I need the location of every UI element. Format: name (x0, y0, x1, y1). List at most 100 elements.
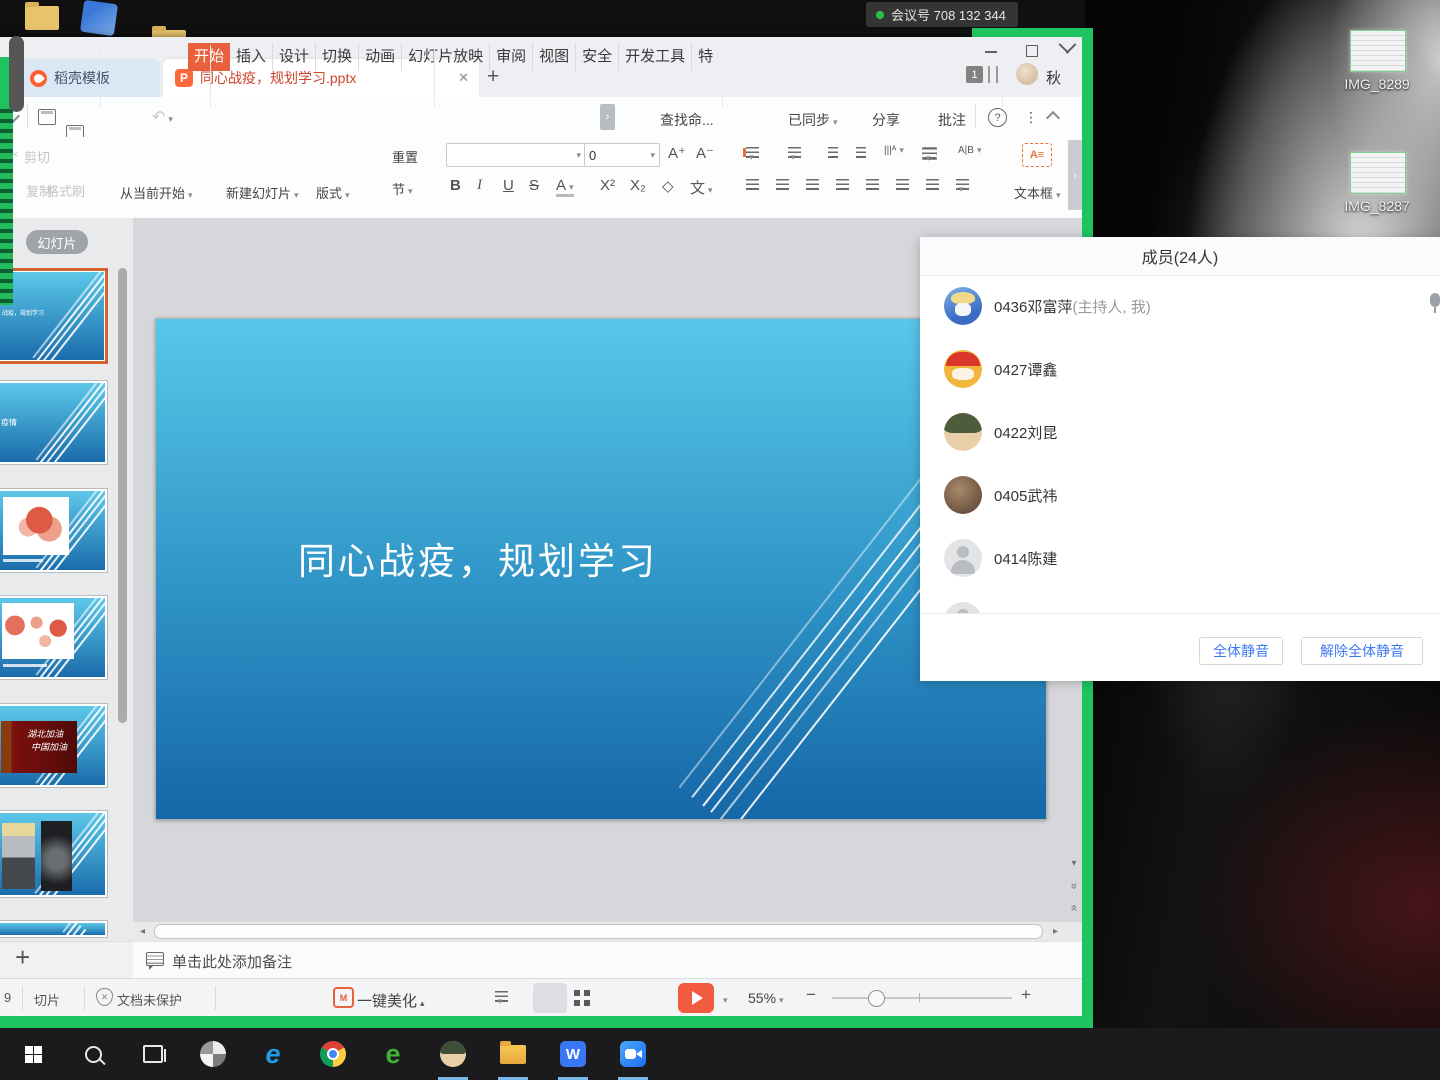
task-view-button[interactable] (138, 1039, 168, 1069)
slide-title-text[interactable]: 同心战疫，规划学习 (298, 531, 658, 585)
text-direction-button[interactable]: |||ᴬ (884, 145, 904, 156)
increase-font-button[interactable]: A⁺ (668, 144, 686, 162)
horizontal-scroll-thumb[interactable] (154, 924, 1043, 939)
taskbar-wps[interactable]: W (558, 1039, 588, 1069)
menu-tab-devtools[interactable]: 开发工具 (619, 43, 692, 71)
cut-button[interactable]: 剪切 (24, 147, 50, 166)
columns-button[interactable]: A|B (958, 145, 981, 156)
zoom-slider-knob[interactable] (868, 990, 885, 1007)
slide-sorter-view-button[interactable] (574, 990, 590, 1006)
menu-tab-home[interactable]: 开始 (188, 43, 230, 71)
horizontal-scrollbar[interactable]: ◂ ▸ (133, 922, 1086, 941)
add-slide-button[interactable]: + (15, 944, 30, 970)
clear-format-button[interactable]: ◇ (662, 177, 674, 195)
menu-tab-special[interactable]: 特 (692, 43, 719, 71)
underline-button[interactable]: U (503, 177, 514, 194)
slide-thumbnail-5[interactable]: 湖北加油 中国加油 (0, 703, 108, 788)
format-painter-button[interactable]: 格式刷 (46, 181, 85, 200)
scroll-right-icon[interactable]: ▸ (1053, 926, 1058, 937)
member-row[interactable]: 0414陈建 (920, 539, 1440, 577)
taskbar-search-button[interactable] (78, 1039, 108, 1069)
slide-thumbnail-4[interactable] (0, 595, 108, 680)
play-slideshow-button[interactable] (678, 983, 714, 1013)
search-command-label[interactable]: 查找命... (660, 110, 714, 130)
align-left-button[interactable] (746, 179, 759, 190)
beautify-button[interactable]: 一键美化 (357, 990, 425, 1011)
help-icon[interactable]: ? (988, 108, 1007, 127)
notes-toggle-button[interactable] (495, 991, 508, 1002)
menu-tab-transition[interactable]: 切换 (316, 43, 359, 71)
reset-button[interactable]: 重置 (392, 147, 418, 166)
bold-button[interactable]: B (450, 177, 461, 194)
play-options-caret[interactable] (720, 990, 728, 1008)
member-row[interactable]: 0422刘昆 (920, 413, 1440, 451)
section-button[interactable]: 节 (392, 179, 413, 198)
subscript-button[interactable]: X₂ (630, 177, 646, 194)
font-color-button[interactable]: A (556, 177, 574, 197)
slide-thumbnail-7[interactable] (0, 920, 108, 938)
align-text-button[interactable] (922, 147, 937, 160)
unmute-all-button[interactable]: 解除全体静音 (1301, 637, 1423, 665)
account-name[interactable]: 秋 (1046, 67, 1061, 88)
tab-docer-templates[interactable]: 稻壳模板 (20, 59, 160, 97)
menu-tab-review[interactable]: 审阅 (490, 43, 533, 71)
next-slide-button[interactable]: « (1066, 899, 1082, 915)
scroll-left-icon[interactable]: ◂ (140, 926, 145, 937)
menu-tab-view[interactable]: 视图 (533, 43, 576, 71)
decrease-indent-button[interactable] (828, 147, 838, 158)
slide-editor[interactable]: 同心战疫，规划学习 (155, 318, 1047, 820)
minimize-button[interactable] (985, 51, 997, 53)
italic-button[interactable]: I (477, 177, 482, 194)
slides-tab[interactable]: 幻灯片 (26, 230, 88, 254)
textbox-icon[interactable]: A≡ (1022, 143, 1052, 167)
column-spacing-button[interactable] (926, 179, 939, 190)
zoom-level-label[interactable]: 55% (748, 990, 784, 1006)
ribbon-overflow-button[interactable]: › (1068, 140, 1082, 210)
member-row[interactable]: 0427谭鑫 (920, 350, 1440, 388)
maximize-button[interactable] (1026, 45, 1038, 57)
slide-thumbnail-1[interactable]: 战疫，规划学习 (0, 268, 108, 364)
numbered-list-button[interactable] (788, 147, 801, 158)
meeting-id-badge[interactable]: 会议号 708 132 344 (866, 2, 1018, 27)
taskbar-browser-green[interactable]: e (378, 1039, 408, 1069)
theme-name-label[interactable]: 切片 (34, 990, 60, 1009)
taskbar-app-pinwheel[interactable] (198, 1039, 228, 1069)
align-right-button[interactable] (806, 179, 819, 190)
notes-placeholder[interactable]: 单击此处添加备注 (172, 951, 292, 972)
layout-button[interactable]: 版式 (316, 183, 350, 202)
menu-tab-security[interactable]: 安全 (576, 43, 619, 71)
save-button[interactable] (38, 109, 56, 125)
font-size-select[interactable]: 0▾ (584, 143, 660, 167)
new-slide-button[interactable]: 新建幻灯片 (226, 183, 299, 202)
increase-indent-button[interactable] (856, 147, 866, 158)
menu-overflow-button[interactable]: › (600, 104, 615, 130)
member-row[interactable]: 0405武祎 (920, 476, 1440, 514)
tab-close-icon[interactable]: ✕ (458, 70, 469, 86)
font-family-select[interactable]: ▾ (446, 143, 586, 167)
line-spacing-button[interactable] (956, 179, 969, 190)
share-label[interactable]: 分享 (872, 110, 900, 130)
member-mic-icon[interactable] (1428, 293, 1440, 319)
desktop-file-img8287[interactable]: IMG_8287 (1350, 152, 1422, 214)
protection-status-label[interactable]: 文档未保护 (117, 990, 182, 1009)
thumbnail-scrollbar[interactable] (118, 268, 127, 723)
textbox-button[interactable]: 文本框 (1014, 183, 1061, 202)
menu-tab-insert[interactable]: 插入 (230, 43, 273, 71)
taskbar-edge[interactable]: e (258, 1039, 288, 1069)
menu-tab-animation[interactable]: 动画 (359, 43, 402, 71)
notes-bar[interactable]: 单击此处添加备注 (133, 941, 1086, 979)
desktop-folder-icon[interactable] (25, 6, 59, 30)
play-from-current-button[interactable]: 从当前开始 (120, 183, 193, 202)
align-center-button[interactable] (776, 179, 789, 190)
zoom-in-button[interactable]: + (1021, 985, 1031, 1005)
start-button[interactable] (18, 1039, 48, 1069)
document-count-badge[interactable]: 1 (966, 66, 983, 83)
menu-tab-slideshow[interactable]: 幻灯片放映 (402, 43, 490, 71)
more-options-icon[interactable]: ⋮ (1024, 109, 1038, 126)
slide-thumbnail-6[interactable] (0, 810, 108, 898)
taskbar-chrome[interactable] (318, 1039, 348, 1069)
taskbar-meeting[interactable] (618, 1039, 648, 1069)
slide-thumbnail-3[interactable] (0, 488, 108, 573)
strikethrough-button[interactable]: S (529, 177, 539, 194)
left-edge-handle[interactable] (9, 36, 24, 112)
